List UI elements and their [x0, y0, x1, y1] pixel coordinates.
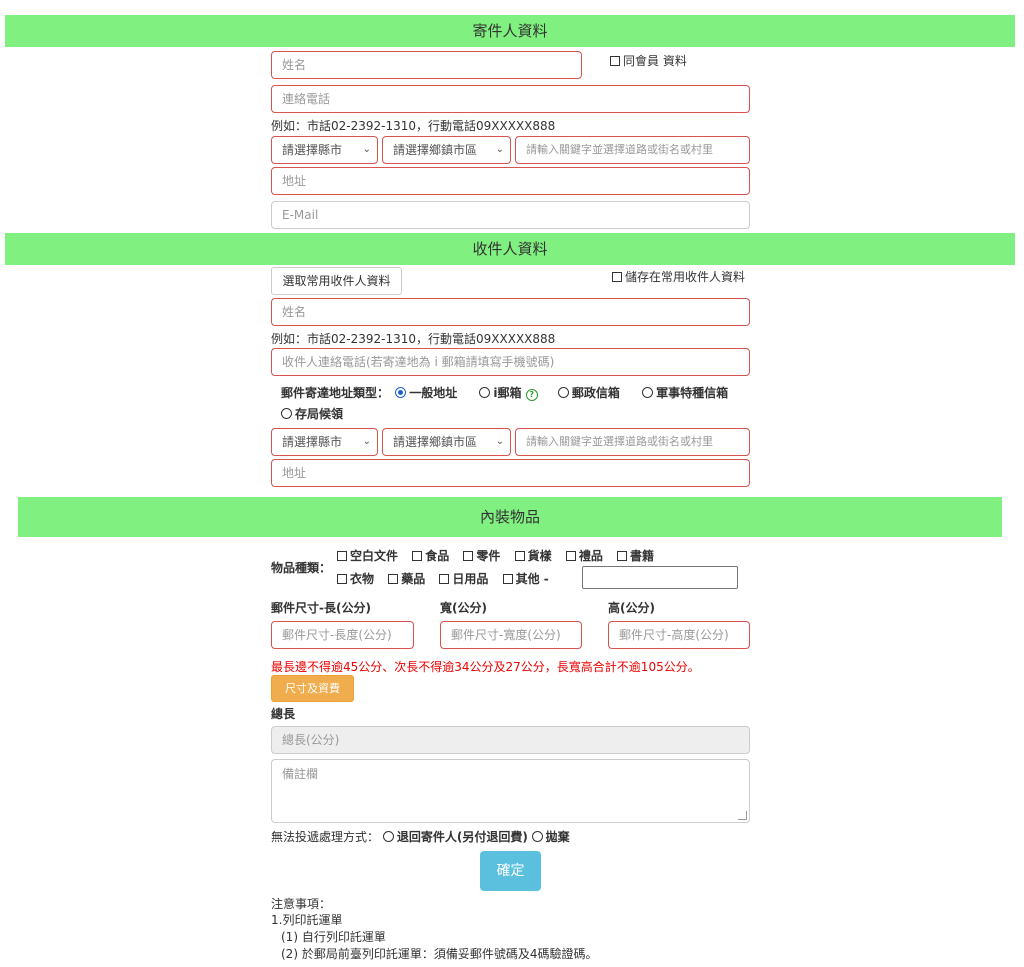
size-fee-button[interactable]: 尺寸及資費	[271, 675, 354, 702]
item-type-medicine-checkbox[interactable]: 藥品	[388, 572, 425, 586]
help-icon[interactable]: ?	[525, 389, 538, 401]
sender-district-select[interactable]: 請選擇鄉鎮市區 ⌄	[382, 136, 511, 164]
sender-name-input[interactable]: 姓名	[271, 51, 582, 79]
return-to-sender-radio[interactable]: 退回寄件人(另付退回費)	[382, 830, 528, 844]
item-types-row-2: 衣物 藥品 日用品 其他 -	[337, 570, 549, 587]
total-length-input: 總長(公分)	[271, 726, 750, 754]
radio-selected[interactable]	[395, 387, 407, 398]
item-type-parts-checkbox[interactable]: 零件	[463, 549, 500, 563]
notes-line-2: (1) 自行列印託運單	[281, 930, 386, 944]
sender-phone-example: 例如：市話02-2392-1310，行動電話09XXXXX888	[271, 119, 556, 133]
chevron-down-icon: ⌄	[495, 144, 504, 155]
height-label: 高(公分)	[608, 601, 655, 615]
notes-line-3: (2) 於郵局前臺列印託運單：須備妥郵件號碼及4碼驗證碼。	[281, 947, 598, 961]
item-type-books-checkbox[interactable]: 書籍	[617, 549, 654, 563]
width-input[interactable]: 郵件尺寸-寬度(公分)	[440, 621, 582, 649]
address-type-ibox-radio[interactable]: i郵箱 ?	[479, 386, 538, 401]
remarks-textarea[interactable]: 備註欄	[271, 759, 750, 823]
address-type-row: 郵件寄達地址類型： 一般地址 i郵箱 ? 郵政信箱 軍事特種信箱	[281, 384, 728, 401]
remarks-placeholder: 備註欄	[282, 767, 319, 781]
item-types-row-1: 空白文件 食品 零件 貨樣 禮品 書籍	[337, 547, 654, 564]
recipient-section-title: 收件人資料	[472, 240, 548, 258]
sender-address-input[interactable]: 地址	[271, 167, 750, 195]
notes-line-1: 1.列印託運單	[271, 913, 343, 927]
length-input[interactable]: 郵件尺寸-長度(公分)	[271, 621, 414, 649]
item-type-food-checkbox[interactable]: 食品	[412, 549, 449, 563]
item-type-sample-checkbox[interactable]: 貨樣	[514, 549, 552, 563]
total-length-label: 總長	[271, 707, 296, 721]
contents-section-header: 內裝物品	[18, 497, 1002, 537]
recipient-section-header: 收件人資料	[5, 233, 1015, 265]
confirm-button[interactable]: 確定	[480, 851, 541, 891]
contents-section-title: 內裝物品	[479, 508, 540, 526]
undeliverable-row: 無法投遞處理方式： 退回寄件人(另付退回費) 拋棄	[271, 828, 570, 845]
radio-circle[interactable]	[281, 408, 292, 419]
address-type-military-radio[interactable]: 軍事特種信箱	[642, 386, 728, 400]
recipient-city-select[interactable]: 請選擇縣市 ⌄	[271, 428, 378, 456]
item-type-label: 物品種類：	[271, 561, 332, 575]
chevron-down-icon: ⌄	[362, 144, 371, 155]
recipient-district-select-value: 請選擇鄉鎮市區	[393, 435, 478, 449]
recipient-city-select-value: 請選擇縣市	[282, 435, 343, 449]
chevron-down-icon: ⌄	[362, 436, 371, 447]
sender-district-select-value: 請選擇鄉鎮市區	[393, 143, 478, 157]
save-common-recipient-checkbox[interactable]: 儲存在常用收件人資料	[612, 268, 745, 285]
sender-city-select-value: 請選擇縣市	[282, 143, 343, 157]
address-type-label: 郵件寄達地址類型：	[281, 386, 390, 400]
item-type-other-checkbox[interactable]: 其他 -	[502, 572, 549, 586]
size-warning: 最長邊不得逾45公分、次長不得逾34公分及27公分，長寬高合計不逾105公分。	[271, 660, 700, 674]
item-type-other-input[interactable]	[582, 566, 738, 589]
discard-radio[interactable]: 拋棄	[531, 830, 570, 844]
address-type-general-radio[interactable]: 一般地址	[395, 386, 457, 400]
recipient-road-input[interactable]: 請輸入關鍵字並選擇道路或街名或村里	[515, 428, 750, 456]
width-label: 寬(公分)	[440, 601, 487, 615]
sender-section-header: 寄件人資料	[5, 15, 1015, 47]
radio-circle[interactable]	[479, 387, 491, 398]
same-as-member-checkbox[interactable]: 同會員 資料	[610, 52, 687, 69]
recipient-phone-input[interactable]: 收件人連絡電話(若寄達地為 i 郵箱請填寫手機號碼)	[271, 348, 750, 376]
length-label: 郵件尺寸-長(公分)	[271, 601, 371, 615]
item-type-clothing-checkbox[interactable]: 衣物	[337, 572, 374, 586]
radio-circle[interactable]	[557, 387, 569, 398]
height-input[interactable]: 郵件尺寸-高度(公分)	[608, 621, 750, 649]
radio-circle[interactable]	[642, 387, 654, 398]
item-type-daily-checkbox[interactable]: 日用品	[439, 572, 488, 586]
recipient-district-select[interactable]: 請選擇鄉鎮市區 ⌄	[382, 428, 511, 456]
sender-email-input[interactable]: E-Mail	[271, 201, 750, 229]
address-type-pobox-radio[interactable]: 郵政信箱	[557, 386, 620, 400]
save-common-recipient-label: 儲存在常用收件人資料	[625, 270, 746, 284]
item-type-gift-checkbox[interactable]: 禮品	[565, 549, 603, 563]
select-common-recipient-button[interactable]: 選取常用收件人資料	[271, 267, 402, 295]
sender-city-select[interactable]: 請選擇縣市 ⌄	[271, 136, 378, 164]
sender-section-title: 寄件人資料	[472, 22, 548, 40]
same-as-member-label: 同會員 資料	[623, 54, 687, 68]
recipient-name-input[interactable]: 姓名	[271, 298, 750, 326]
address-type-poste-restante-radio[interactable]: 存局候領	[281, 405, 343, 422]
recipient-address-input[interactable]: 地址	[271, 459, 750, 487]
sender-phone-input[interactable]: 連絡電話	[271, 85, 750, 113]
undeliverable-label: 無法投遞處理方式：	[271, 830, 380, 844]
notes-title: 注意事項：	[271, 897, 332, 911]
item-type-blank-doc-checkbox[interactable]: 空白文件	[337, 549, 398, 563]
recipient-phone-example: 例如：市話02-2392-1310，行動電話09XXXXX888	[271, 332, 556, 346]
chevron-down-icon: ⌄	[495, 436, 504, 447]
checkbox-box[interactable]	[610, 56, 620, 66]
checkbox-box[interactable]	[612, 272, 622, 282]
sender-road-input[interactable]: 請輸入關鍵字並選擇道路或街名或村里	[515, 136, 750, 164]
resize-handle-icon[interactable]	[738, 811, 747, 820]
